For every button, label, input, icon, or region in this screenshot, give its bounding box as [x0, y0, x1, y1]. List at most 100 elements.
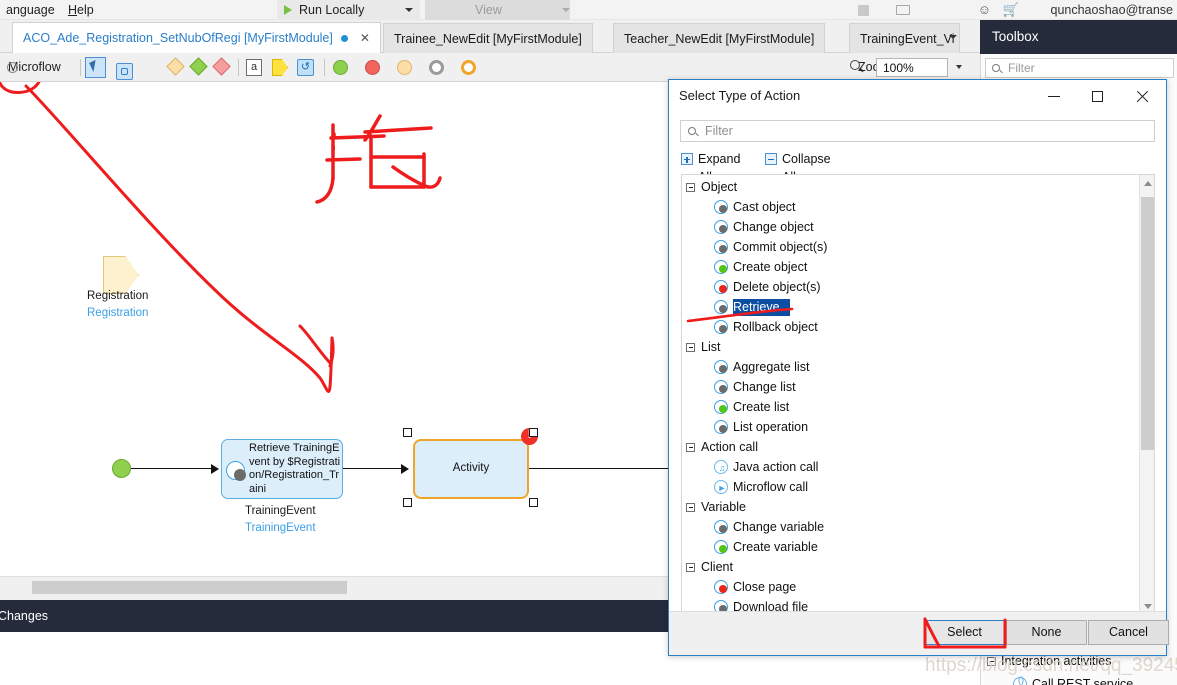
collapse-icon[interactable] — [686, 183, 695, 192]
collapse-all-icon[interactable] — [765, 153, 777, 165]
tree-group-action-call[interactable]: Action call — [686, 437, 758, 457]
microflow-toolbar: Microflow a ↺ Zoom 100% — [0, 53, 980, 82]
collapse-icon[interactable] — [686, 443, 695, 452]
continue-event-tool[interactable] — [429, 60, 444, 75]
toolbar-divider — [80, 59, 81, 76]
tab-teacher-newedit[interactable]: Teacher_NewEdit [MyFirstModule] — [613, 23, 825, 53]
tree-item-delete-objects[interactable]: Delete object(s) — [714, 277, 821, 297]
merge-tool[interactable] — [189, 57, 207, 75]
tree-item-create-list[interactable]: Create list — [714, 397, 789, 417]
menu-item-language[interactable]: anguage — [0, 0, 61, 20]
resize-handle[interactable] — [529, 428, 538, 437]
close-button[interactable] — [1120, 80, 1164, 112]
chevron-down-icon[interactable] — [405, 8, 413, 12]
activity-tool[interactable] — [114, 57, 135, 78]
tree-item-create-variable[interactable]: Create variable — [714, 537, 818, 557]
dialog-title-bar[interactable]: Select Type of Action — [669, 80, 1166, 112]
play-icon — [284, 5, 292, 15]
flow-arrow-icon — [211, 464, 219, 474]
zoom-value[interactable]: 100% — [876, 58, 948, 77]
tree-vertical-scrollbar[interactable] — [1139, 175, 1154, 615]
select-pointer-tool[interactable] — [85, 57, 106, 78]
tree-item-rollback-object[interactable]: Rollback object — [714, 317, 818, 337]
account-name[interactable]: qunchaoshao@transe — [1051, 0, 1174, 20]
tree-item-microflow-call[interactable]: ►Microflow call — [714, 477, 808, 497]
activity-node[interactable]: Activity — [413, 439, 529, 499]
tree-item-label: List operation — [733, 420, 808, 434]
tab-trainingevent-view[interactable]: TrainingEvent_Vi — [849, 23, 960, 53]
run-locally-button[interactable]: Run Locally — [277, 0, 420, 20]
resize-handle[interactable] — [529, 498, 538, 507]
parameter-tool[interactable] — [272, 59, 288, 76]
tree-item-change-list[interactable]: Change list — [714, 377, 796, 397]
retrieve-activity-node[interactable]: Retrieve TrainingEvent by $Registration/… — [221, 439, 343, 499]
chevron-down-icon[interactable] — [949, 35, 957, 39]
tab-trainee-newedit[interactable]: Trainee_NewEdit [MyFirstModule] — [383, 23, 593, 53]
tree-item-label: Microflow call — [733, 480, 808, 494]
tree-item-cast-object[interactable]: Cast object — [714, 197, 796, 217]
expand-all-icon[interactable] — [681, 153, 693, 165]
loop-tool[interactable]: ↺ — [297, 59, 314, 76]
toolbox-title: Toolbox — [992, 29, 1039, 44]
dialog-footer: Select None Cancel — [669, 611, 1166, 655]
annotation-tool[interactable]: a — [246, 59, 262, 76]
create-variable-icon — [714, 540, 728, 554]
tree-group-object[interactable]: Object — [686, 177, 737, 197]
parameter-type-label: Registration — [87, 307, 148, 319]
tree-item-create-object[interactable]: Create object — [714, 257, 807, 277]
none-button[interactable]: None — [1006, 620, 1087, 645]
buy-app-icon[interactable]: 🛒 — [1003, 3, 1019, 17]
parameter-name-label: Registration — [87, 290, 148, 302]
maximize-button[interactable] — [1076, 80, 1120, 112]
inheritance-split-tool[interactable] — [212, 57, 230, 75]
activity-icon — [116, 63, 133, 80]
tree-item-list-operation[interactable]: List operation — [714, 417, 808, 437]
tree-item-retrieve[interactable]: Retrieve — [714, 297, 780, 317]
collapse-icon[interactable] — [686, 343, 695, 352]
tab-label: ACO_Ade_Registration_SetNubOfRegi [MyFir… — [23, 31, 333, 45]
tree-item-close-page[interactable]: Close page — [714, 577, 796, 597]
tree-group-list[interactable]: List — [686, 337, 720, 357]
minimize-button[interactable] — [1032, 80, 1076, 112]
tree-group-variable[interactable]: Variable — [686, 497, 746, 517]
break-event-tool[interactable] — [461, 60, 476, 75]
collapse-icon[interactable] — [686, 563, 695, 572]
action-type-tree[interactable]: Object Cast object Change object Commit … — [681, 174, 1155, 616]
tree-group-client[interactable]: Client — [686, 557, 733, 577]
end-event-tool[interactable] — [397, 60, 412, 75]
list-operation-icon — [714, 420, 728, 434]
tree-group-label: List — [701, 340, 720, 354]
cancel-button[interactable]: Cancel — [1088, 620, 1169, 645]
error-event-tool[interactable] — [365, 60, 380, 75]
start-event-node[interactable] — [112, 459, 131, 478]
tree-item-aggregate-list[interactable]: Aggregate list — [714, 357, 809, 377]
close-icon[interactable]: ✕ — [360, 31, 370, 45]
collapse-icon[interactable] — [686, 503, 695, 512]
scrollbar-thumb[interactable] — [32, 581, 347, 594]
toolbox-header: Toolbox — [980, 20, 1177, 54]
chevron-down-icon[interactable] — [956, 65, 962, 69]
scroll-up-icon[interactable] — [1144, 181, 1152, 186]
exclusive-split-tool[interactable] — [166, 57, 184, 75]
commit-object-icon — [714, 240, 728, 254]
tree-item-change-object[interactable]: Change object — [714, 217, 814, 237]
view-button[interactable]: View — [425, 0, 570, 20]
resize-handle[interactable] — [403, 428, 412, 437]
tree-item-change-variable[interactable]: Change variable — [714, 517, 824, 537]
select-button[interactable]: Select — [924, 620, 1005, 645]
resize-handle[interactable] — [403, 498, 412, 507]
feedback-icon[interactable]: ☺ — [978, 3, 991, 17]
tree-item-label: Create list — [733, 400, 789, 414]
toolbox-filter-input[interactable]: Filter — [985, 58, 1174, 78]
tree-item-java-action-call[interactable]: ♫Java action call — [714, 457, 818, 477]
scroll-down-icon[interactable] — [1144, 604, 1152, 609]
start-event-tool[interactable] — [333, 60, 348, 75]
parameter-shape-registration[interactable] — [103, 256, 139, 294]
scrollbar-thumb[interactable] — [1141, 197, 1154, 450]
tree-item-commit-objects[interactable]: Commit object(s) — [714, 237, 827, 257]
chevron-down-icon[interactable] — [562, 8, 570, 12]
tab-aco-ade-registration[interactable]: ACO_Ade_Registration_SetNubOfRegi [MyFir… — [12, 22, 381, 54]
dialog-filter-input[interactable]: Filter — [680, 120, 1155, 142]
aggregate-list-icon — [714, 360, 728, 374]
menu-item-help[interactable]: Help — [62, 0, 100, 20]
